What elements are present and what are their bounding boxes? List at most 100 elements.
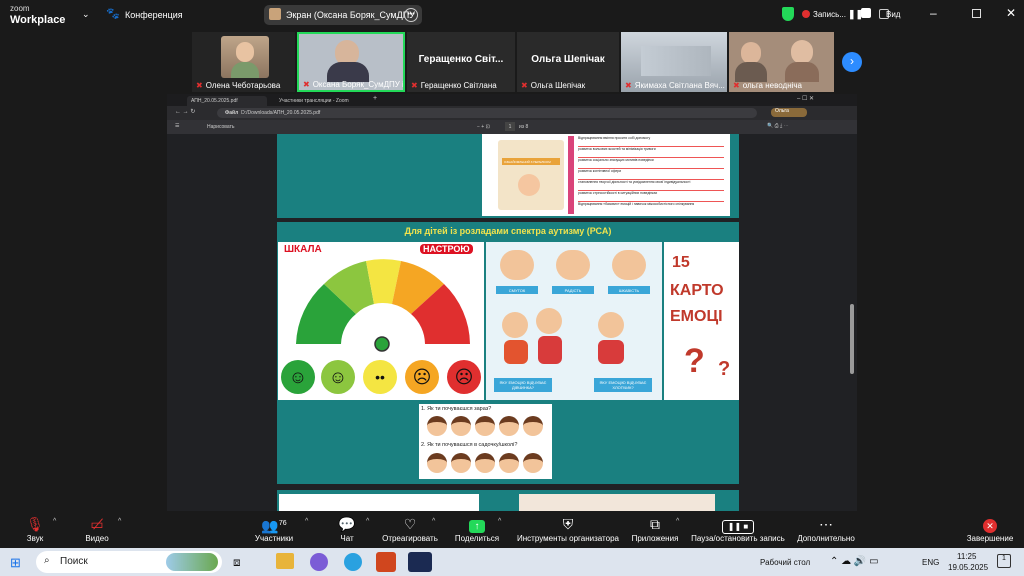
participant-tile[interactable]: ✖ Якимаха Світлана Вяч...: [621, 32, 727, 92]
camera-off-icon: ▭̸: [90, 516, 104, 532]
clock-time[interactable]: 11:25: [957, 552, 976, 561]
pdf-page-next: [277, 490, 739, 511]
emotion-cards-panel: СМУТОК РАДІСТЬ ШКАВІСТЬ ЯКУ ЕМОЦІЮ ВІДЧУ…: [486, 242, 662, 400]
list-item: становлення творчої діяльності та усвідо…: [578, 180, 724, 191]
file-explorer-icon[interactable]: [276, 553, 294, 569]
profile-button[interactable]: Ольга: [771, 108, 807, 117]
audio-button[interactable]: 🎙 Звук: [20, 514, 50, 543]
pdf-page-current: Для дітей із розладами спектра аутизму (…: [277, 222, 739, 484]
participant-name: ✖ Якимаха Світлана Вяч...: [625, 81, 725, 90]
mic-off-icon: 🎙: [26, 516, 44, 532]
end-meeting-button[interactable]: ✕ Завершение: [966, 514, 1014, 543]
minimize-icon[interactable]: –: [930, 6, 937, 20]
browser-tab[interactable]: Участники трансляции - Zoom: [275, 96, 365, 106]
url-field[interactable]: Файл D:/Downloads/АПН_20.05.2025.pdf: [217, 108, 757, 118]
shield-icon: ⛨: [562, 516, 574, 532]
chevron-up-icon[interactable]: ^: [676, 518, 679, 525]
child-face-shape: [427, 453, 447, 473]
mic-off-icon: ✖: [521, 81, 528, 90]
stop-recording-icon[interactable]: [861, 8, 871, 18]
emotion-label: ШКАВІСТЬ: [608, 286, 650, 294]
body-shape: [735, 62, 767, 82]
smile-emoji-icon: ☺: [321, 360, 355, 394]
child-face-shape: [598, 312, 624, 338]
participant-tile-active[interactable]: ✖ Оксана Боряк_СумДПУ і...: [297, 32, 405, 92]
notifications-icon[interactable]: 1: [997, 554, 1011, 568]
host-tools-button[interactable]: ⛨ Инструменты организатора: [514, 514, 622, 543]
chevron-up-icon[interactable]: ^: [432, 518, 435, 525]
react-button[interactable]: ♡ Отреагировать: [381, 514, 439, 543]
child-face-shape: [451, 416, 471, 436]
list-item: розвиток вольових якостей та мінімізація…: [578, 147, 724, 158]
neutral-emoji-icon: ••: [363, 360, 397, 394]
search-icon: ⌕: [44, 555, 50, 566]
tray-icons[interactable]: ⌃ ☁ 🔊 ▭: [830, 556, 879, 567]
chat-button[interactable]: 💬 Чат: [335, 514, 359, 543]
desktop-label[interactable]: Рабочий стол: [760, 558, 810, 567]
chevron-up-icon[interactable]: ^: [305, 518, 308, 525]
video-button[interactable]: ▭̸ Видео: [80, 514, 114, 543]
viber-icon[interactable]: [310, 553, 328, 571]
mood-scale-panel: ШКАЛА НАСТРОЮ ☺ ☺ •• ☹ ☹: [278, 242, 484, 400]
language-indicator[interactable]: ENG: [922, 558, 939, 567]
chevron-up-icon[interactable]: ^: [53, 518, 56, 525]
screen-share-pill[interactable]: Экран (Оксана Боряк_СумДПУ •••: [264, 5, 422, 25]
view-button[interactable]: Вид: [886, 10, 900, 19]
clock-date[interactable]: 19.05.2025: [948, 563, 988, 572]
search-highlight-image: [166, 553, 218, 571]
list-item: розвиток когнітивної сфери: [578, 169, 724, 180]
zoom-top-bar: zoom Workplace ⌄ 🐾 Конференция Экран (Ок…: [0, 0, 1024, 30]
participants-icon: 👥76: [261, 517, 287, 534]
arrow-strip: [568, 136, 574, 214]
recording-control-button[interactable]: ❚❚ ■ Пауза/остановить запись: [690, 514, 786, 543]
close-icon[interactable]: ✕: [1006, 6, 1016, 20]
share-screen-button[interactable]: ↑ Поделиться: [453, 514, 501, 543]
child-face-shape: [518, 174, 540, 196]
more-options-icon[interactable]: •••: [404, 8, 418, 22]
restore-icon[interactable]: [972, 9, 981, 18]
chevron-up-icon[interactable]: ^: [366, 518, 369, 525]
next-page-icon[interactable]: ›: [842, 52, 862, 72]
emotion-label: СМУТОК: [496, 286, 538, 294]
chat-icon: 💬: [338, 516, 356, 532]
mic-off-icon: ✖: [625, 81, 632, 90]
powerpoint-icon[interactable]: [376, 552, 396, 572]
faces-row: [427, 416, 547, 438]
record-control-icon: ❚❚ ■: [690, 514, 786, 534]
child-face-shape: [499, 453, 519, 473]
child-face-shape: [451, 453, 471, 473]
telegram-icon[interactable]: [344, 553, 362, 571]
zoom-controls-icon[interactable]: − + ⊡: [477, 124, 490, 130]
pdf-viewer: ОЗНАЙОМЛЕНИЙ З ПЕРЕЛІКОМ Відпрацювання в…: [167, 134, 857, 511]
draw-button[interactable]: Нарисовать: [207, 124, 234, 130]
pdf-scrollbar[interactable]: [850, 304, 854, 374]
apps-button[interactable]: ⧉ Приложения: [630, 514, 680, 543]
pdf-toolbar: ☰ Нарисовать − + ⊡ 1 из 8 🔍 ⎙ ⤓ ⋯: [167, 120, 857, 134]
page-number-input[interactable]: 1: [505, 122, 515, 131]
participant-tile[interactable]: Геращенко Світ... ✖ Геращенко Світлана: [407, 32, 515, 92]
new-tab-icon[interactable]: +: [373, 95, 377, 102]
taskbar-search[interactable]: ⌕ Поиск: [36, 551, 222, 573]
window-controls-icon[interactable]: – ☐ ✕: [797, 95, 814, 102]
chevron-up-icon[interactable]: ^: [498, 518, 501, 525]
chevron-up-icon[interactable]: ^: [118, 518, 121, 525]
browser-tab[interactable]: АПН_20.05.2025.pdf: [187, 96, 267, 106]
windows-start-icon[interactable]: ⊞: [10, 555, 21, 571]
participant-tile[interactable]: Ольга Шепічак ✖ Ольга Шепічак: [517, 32, 619, 92]
participant-tile[interactable]: ✖ Олена Чеботарьова: [192, 32, 295, 92]
pdf-tools-icon[interactable]: 🔍 ⎙ ⤓ ⋯: [767, 123, 789, 129]
cards-title-panel: 15 КАРТО ЕМОЦІ ? ?: [664, 242, 739, 400]
task-view-icon[interactable]: ⧈: [233, 555, 241, 570]
participant-name: ✖ ольга неводніча: [733, 81, 803, 90]
zoom-app-icon[interactable]: [408, 552, 432, 572]
more-button[interactable]: ⋯ Дополнительно: [796, 514, 856, 543]
sad-emoji-icon: ☹: [405, 360, 439, 394]
participant-tile[interactable]: ✖ ольга неводніча: [729, 32, 834, 92]
nav-arrows-icon[interactable]: ← → ↻: [175, 108, 195, 115]
menu-icon[interactable]: ☰: [175, 123, 179, 129]
participants-button[interactable]: 👥76 Участники: [252, 514, 296, 543]
chevron-down-icon[interactable]: ⌄: [82, 9, 90, 20]
shirt-shape: [538, 336, 562, 364]
prev-box-label: ОЗНАЙОМЛЕНИЙ З ПЕРЕЛІКОМ: [502, 158, 560, 165]
kids-illustration: ОЗНАЙОМЛЕНИЙ З ПЕРЕЛІКОМ: [498, 140, 564, 210]
